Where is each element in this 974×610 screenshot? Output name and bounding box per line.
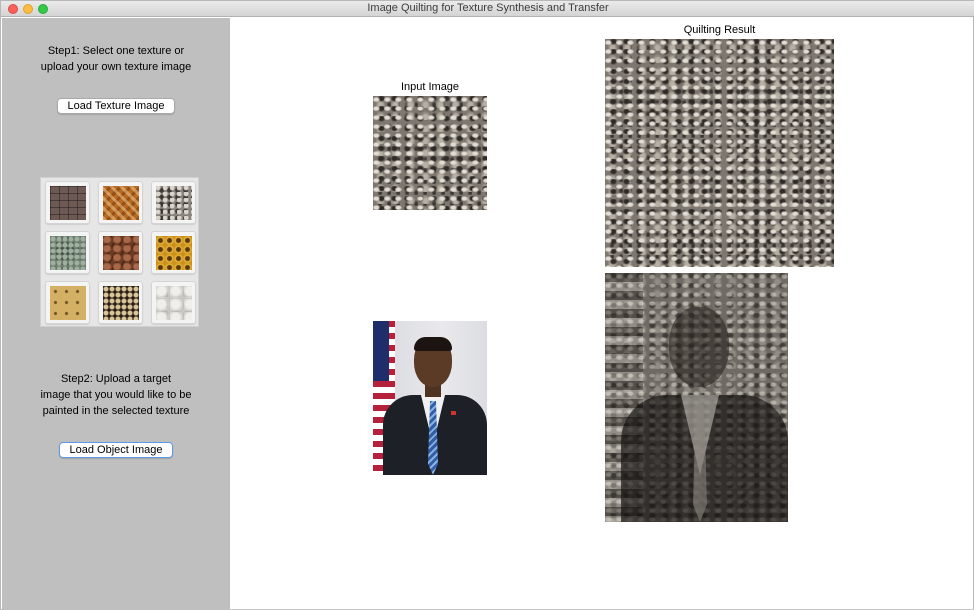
- step1-instructions: Step1: Select one texture or upload your…: [2, 43, 230, 75]
- result-head-shape: [669, 307, 729, 387]
- sidebar: Step1: Select one texture or upload your…: [2, 18, 230, 610]
- swatch-chocolate[interactable]: [98, 231, 143, 274]
- load-object-button[interactable]: Load Object Image: [59, 442, 173, 458]
- swatch-cotton[interactable]: [151, 281, 196, 324]
- metal-texture-icon: [156, 186, 192, 220]
- step1-line-1: Step1: Select one texture or: [47, 45, 185, 57]
- step2-line-2: image that you would like to be: [40, 389, 192, 401]
- swatch-pebble[interactable]: [45, 231, 90, 274]
- lattice-texture-icon: [103, 286, 139, 320]
- brick-texture-icon: [50, 186, 86, 220]
- target-portrait-image: [373, 321, 487, 475]
- swatch-flower[interactable]: [151, 231, 196, 274]
- swatch-lattice[interactable]: [98, 281, 143, 324]
- pebble-texture-icon: [50, 236, 86, 270]
- step1-line-2: upload your own texture image: [40, 61, 192, 73]
- swatch-brick[interactable]: [45, 181, 90, 224]
- swatch-cracker[interactable]: [45, 281, 90, 324]
- texture-transfer-result: [605, 273, 788, 522]
- load-texture-button[interactable]: Load Texture Image: [57, 98, 175, 114]
- woven-texture-icon: [103, 186, 139, 220]
- flag-canton: [373, 321, 389, 381]
- chocolate-texture-icon: [103, 236, 139, 270]
- cracker-texture-icon: [50, 286, 86, 320]
- step2-line-3: painted in the selected texture: [42, 405, 190, 417]
- window-title: Image Quilting for Texture Synthesis and…: [367, 2, 609, 14]
- flag-pin-icon: [451, 411, 456, 415]
- swatch-metal[interactable]: [151, 181, 196, 224]
- step2-line-1: Step2: Upload a target: [60, 373, 172, 385]
- app-window: Image Quilting for Texture Synthesis and…: [0, 0, 974, 610]
- input-image-caption: Input Image: [400, 81, 460, 93]
- texture-swatch-grid: [40, 177, 199, 327]
- portrait-hair: [414, 337, 452, 351]
- input-texture-image: [373, 96, 487, 210]
- quilted-texture-result: [605, 39, 834, 267]
- swatch-woven[interactable]: [98, 181, 143, 224]
- step2-instructions: Step2: Upload a target image that you wo…: [2, 371, 230, 419]
- flower-texture-icon: [156, 236, 192, 270]
- cotton-texture-icon: [156, 286, 192, 320]
- title-bar: Image Quilting for Texture Synthesis and…: [1, 1, 974, 17]
- quilting-result-caption: Quilting Result: [683, 24, 756, 36]
